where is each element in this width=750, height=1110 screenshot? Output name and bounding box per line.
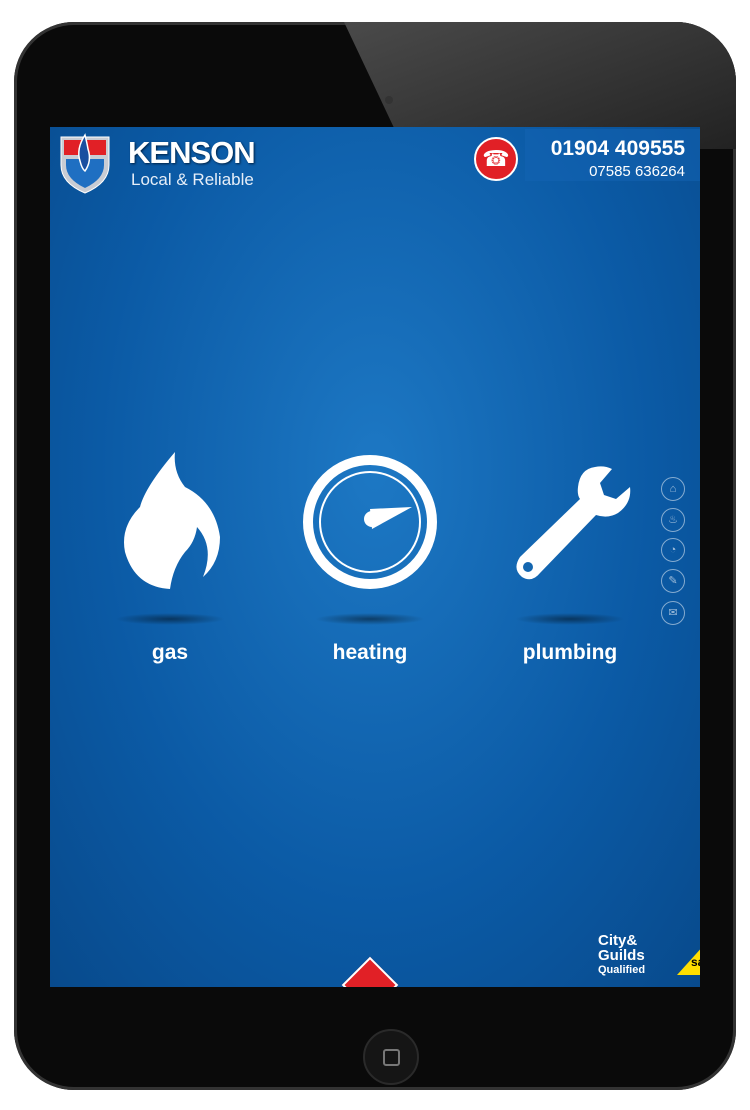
- phone-secondary[interactable]: 07585 636264: [589, 163, 685, 180]
- brand-name: KENSON: [128, 135, 256, 170]
- service-label: plumbing: [522, 641, 618, 664]
- badge-text: Qualified: [598, 964, 646, 976]
- badge-text: Guilds: [598, 947, 645, 964]
- gas-safe-badge: safe: [677, 935, 700, 975]
- shadow: [315, 613, 425, 625]
- home-button[interactable]: [363, 1029, 419, 1085]
- gauge-icon: [303, 455, 437, 589]
- service-plumbing[interactable]: plumbing: [490, 447, 650, 665]
- city-guilds-badge: City& Guilds Qualified: [598, 933, 645, 978]
- phone-primary[interactable]: 01904 409555: [551, 137, 685, 161]
- tagline: Local & Reliable: [131, 170, 254, 189]
- service-gas[interactable]: gas: [90, 447, 250, 665]
- service-heating[interactable]: heating: [290, 447, 450, 665]
- home-square-icon: [383, 1049, 400, 1066]
- nav-home-icon[interactable]: ⌂: [661, 477, 685, 501]
- wrench-icon: [516, 466, 631, 580]
- service-label: gas: [151, 641, 189, 664]
- shadow: [515, 613, 625, 625]
- nav-mail-icon[interactable]: ✉: [661, 601, 685, 625]
- nav-flame-icon[interactable]: ♨: [661, 508, 685, 532]
- service-label: heating: [332, 641, 408, 664]
- screen: KENSON Local & Reliable ☎ 01904 409555 0…: [50, 127, 700, 987]
- shadow: [115, 613, 225, 625]
- telephone-icon[interactable]: ☎: [474, 137, 518, 181]
- nav-gauge-icon[interactable]: ◔: [661, 538, 685, 562]
- camera: [385, 96, 393, 104]
- kenson-shield-logo[interactable]: [58, 131, 112, 195]
- bottom-logo-icon[interactable]: [341, 956, 399, 987]
- badge-text: safe: [691, 955, 700, 969]
- flame-icon: [124, 452, 220, 589]
- nav-wrench-icon[interactable]: ✎: [661, 569, 685, 593]
